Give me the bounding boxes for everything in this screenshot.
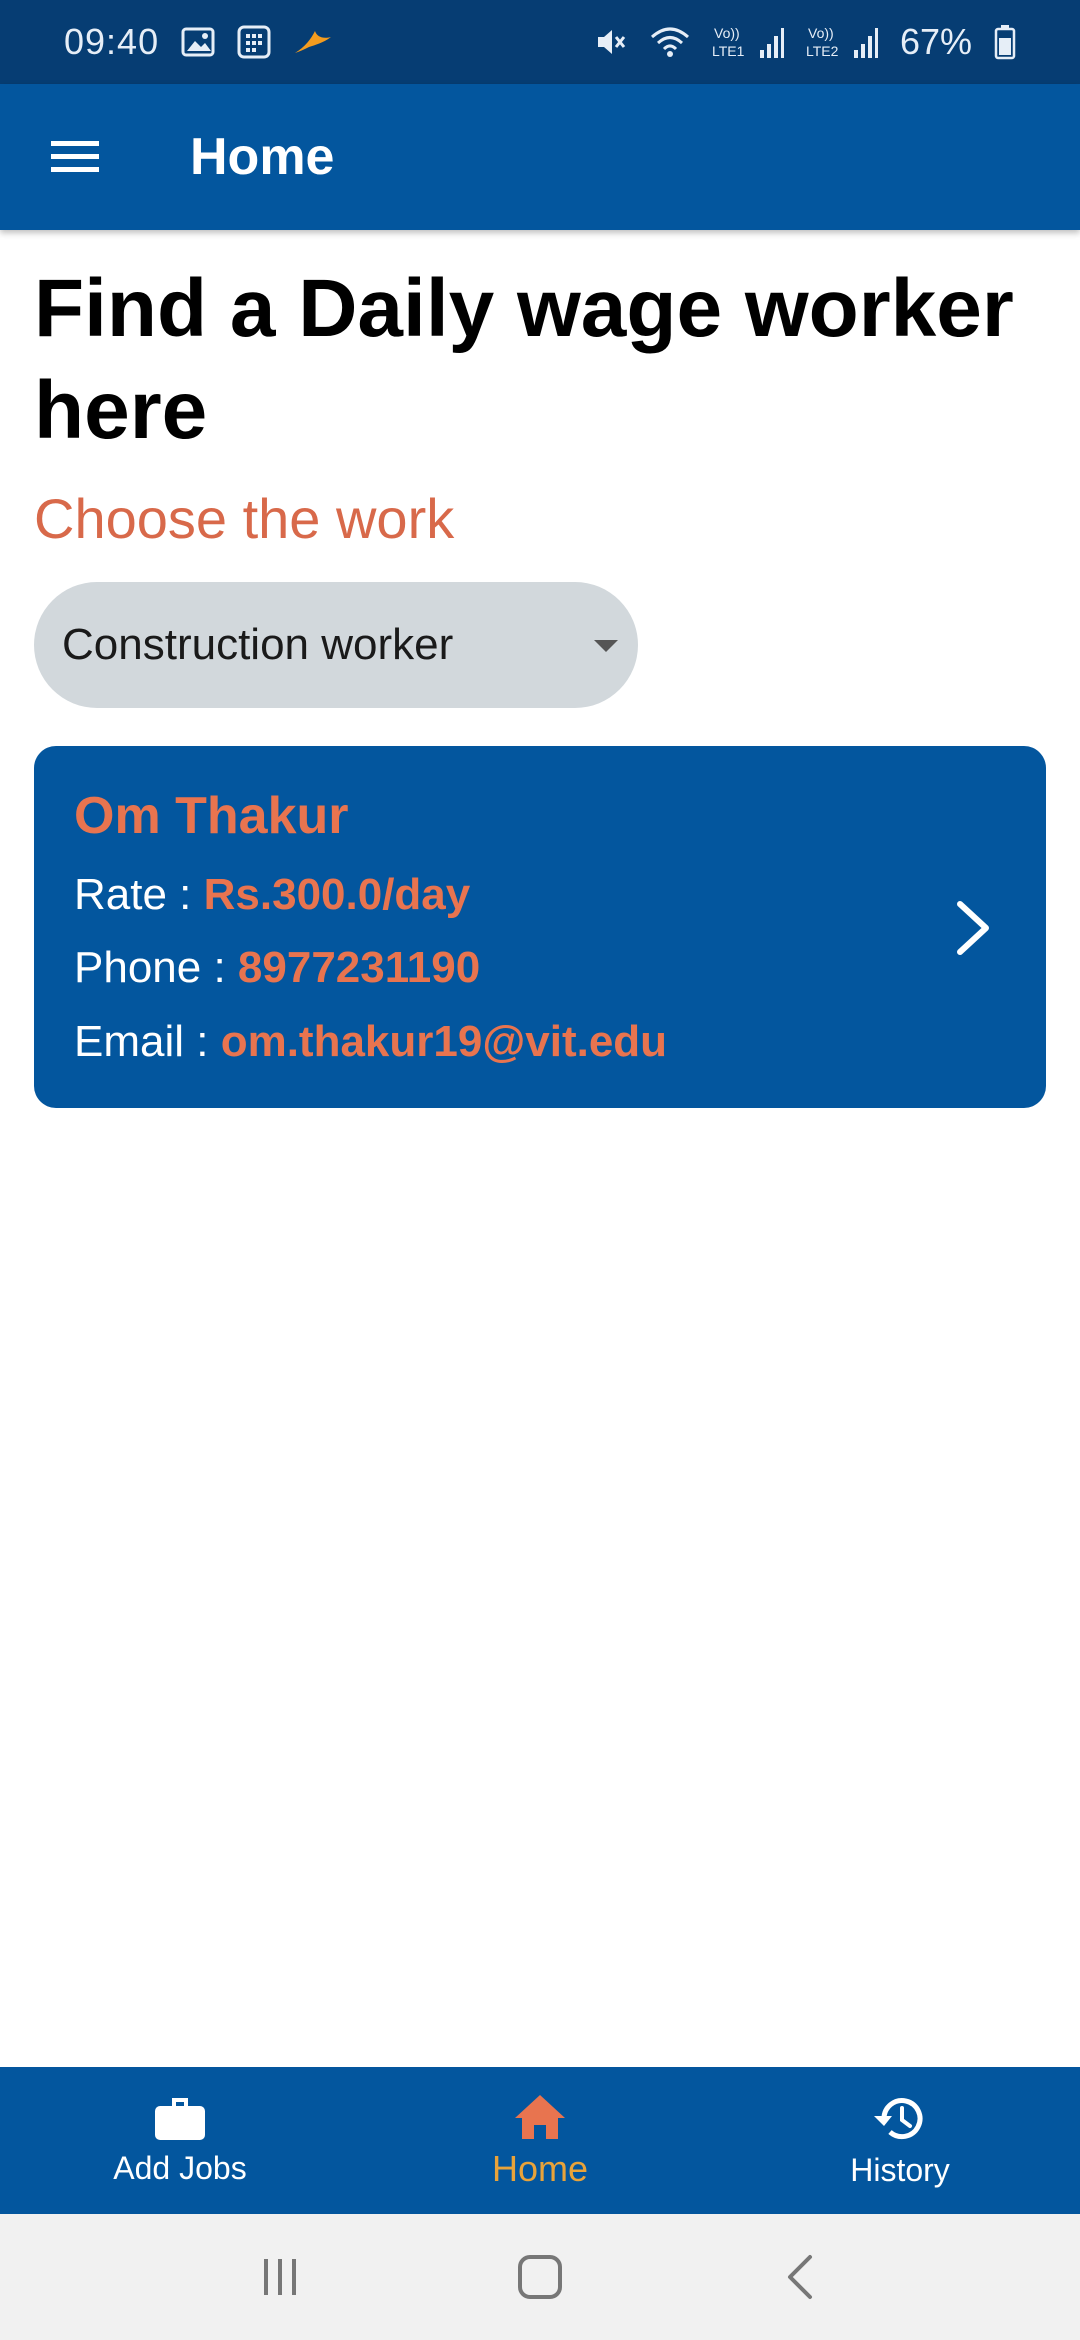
dropdown-arrow-icon [594, 640, 618, 652]
email-value: om.thakur19@vit.edu [220, 1017, 668, 1066]
system-nav-bar [0, 2214, 1080, 2340]
volte-label: Vo)) [714, 25, 740, 41]
wifi-icon [650, 25, 690, 59]
choose-work-label: Choose the work [34, 487, 455, 550]
battery-percent: 67% [899, 21, 972, 62]
bird-icon [293, 27, 333, 57]
status-bar: 09:40 Vo)) LTE1 Vo)) LTE2 67% [0, 0, 1080, 84]
rate-value: Rs.300.0/day [203, 870, 471, 919]
worker-card[interactable]: Om Thakur Rate : Rs.300.0/day Phone : 89… [34, 746, 1046, 1108]
phone-value: 8977231190 [237, 943, 481, 992]
work-type-selected: Construction worker [62, 620, 454, 669]
briefcase-icon [155, 2098, 205, 2140]
volte-label: Vo)) [808, 25, 834, 41]
status-right: Vo)) LTE1 Vo)) LTE2 67% [594, 21, 1016, 63]
page-heading: Find a Daily wage worker here [34, 263, 1014, 456]
hamburger-menu-icon [51, 141, 99, 172]
calculator-icon [237, 25, 271, 59]
app-bar-title: Home [190, 128, 335, 186]
nav-label-history: History [850, 2152, 950, 2188]
worker-name: Om Thakur [74, 787, 349, 845]
recent-apps-icon [264, 2259, 296, 2295]
home-system-button[interactable] [495, 2232, 585, 2322]
lte2-signal-icon: Vo)) LTE2 [806, 22, 878, 62]
nav-label-home: Home [491, 2147, 589, 2189]
worker-email-row: Email : om.thakur19@vit.edu [74, 1017, 667, 1067]
recent-apps-button[interactable] [235, 2232, 325, 2322]
worker-phone-row: Phone : 8977231190 [74, 943, 480, 993]
bottom-nav: Add Jobs Home History [0, 2067, 1080, 2214]
back-button[interactable] [755, 2232, 845, 2322]
lte2-label: LTE2 [806, 43, 839, 59]
status-left: 09:40 [64, 21, 333, 63]
status-time: 09:40 [64, 21, 160, 62]
worker-rate-row: Rate : Rs.300.0/day [74, 870, 470, 920]
mute-icon [594, 25, 628, 59]
app-screen: 09:40 Vo)) LTE1 Vo)) LTE2 67% Home Find … [0, 0, 1080, 2340]
phone-label: Phone : [74, 943, 238, 992]
battery-icon [994, 24, 1016, 60]
back-chevron-icon [788, 2255, 812, 2299]
rate-label: Rate : [74, 870, 204, 919]
history-icon [874, 2098, 923, 2140]
email-label: Email : [74, 1017, 221, 1066]
menu-button[interactable] [30, 112, 120, 202]
nav-item-add-jobs[interactable]: Add Jobs [0, 2067, 360, 2214]
lte1-signal-icon: Vo)) LTE1 [712, 22, 784, 62]
home-icon [515, 2094, 565, 2139]
nav-item-home[interactable]: Home [360, 2067, 720, 2214]
nav-item-history[interactable]: History [720, 2067, 1080, 2214]
chevron-right-icon [957, 901, 989, 955]
home-square-icon [518, 2255, 562, 2299]
app-bar: Home [0, 84, 1080, 230]
nav-label-add-jobs: Add Jobs [113, 2150, 247, 2186]
image-icon [181, 27, 215, 57]
work-type-dropdown[interactable]: Construction worker [34, 582, 638, 708]
lte1-label: LTE1 [712, 43, 745, 59]
